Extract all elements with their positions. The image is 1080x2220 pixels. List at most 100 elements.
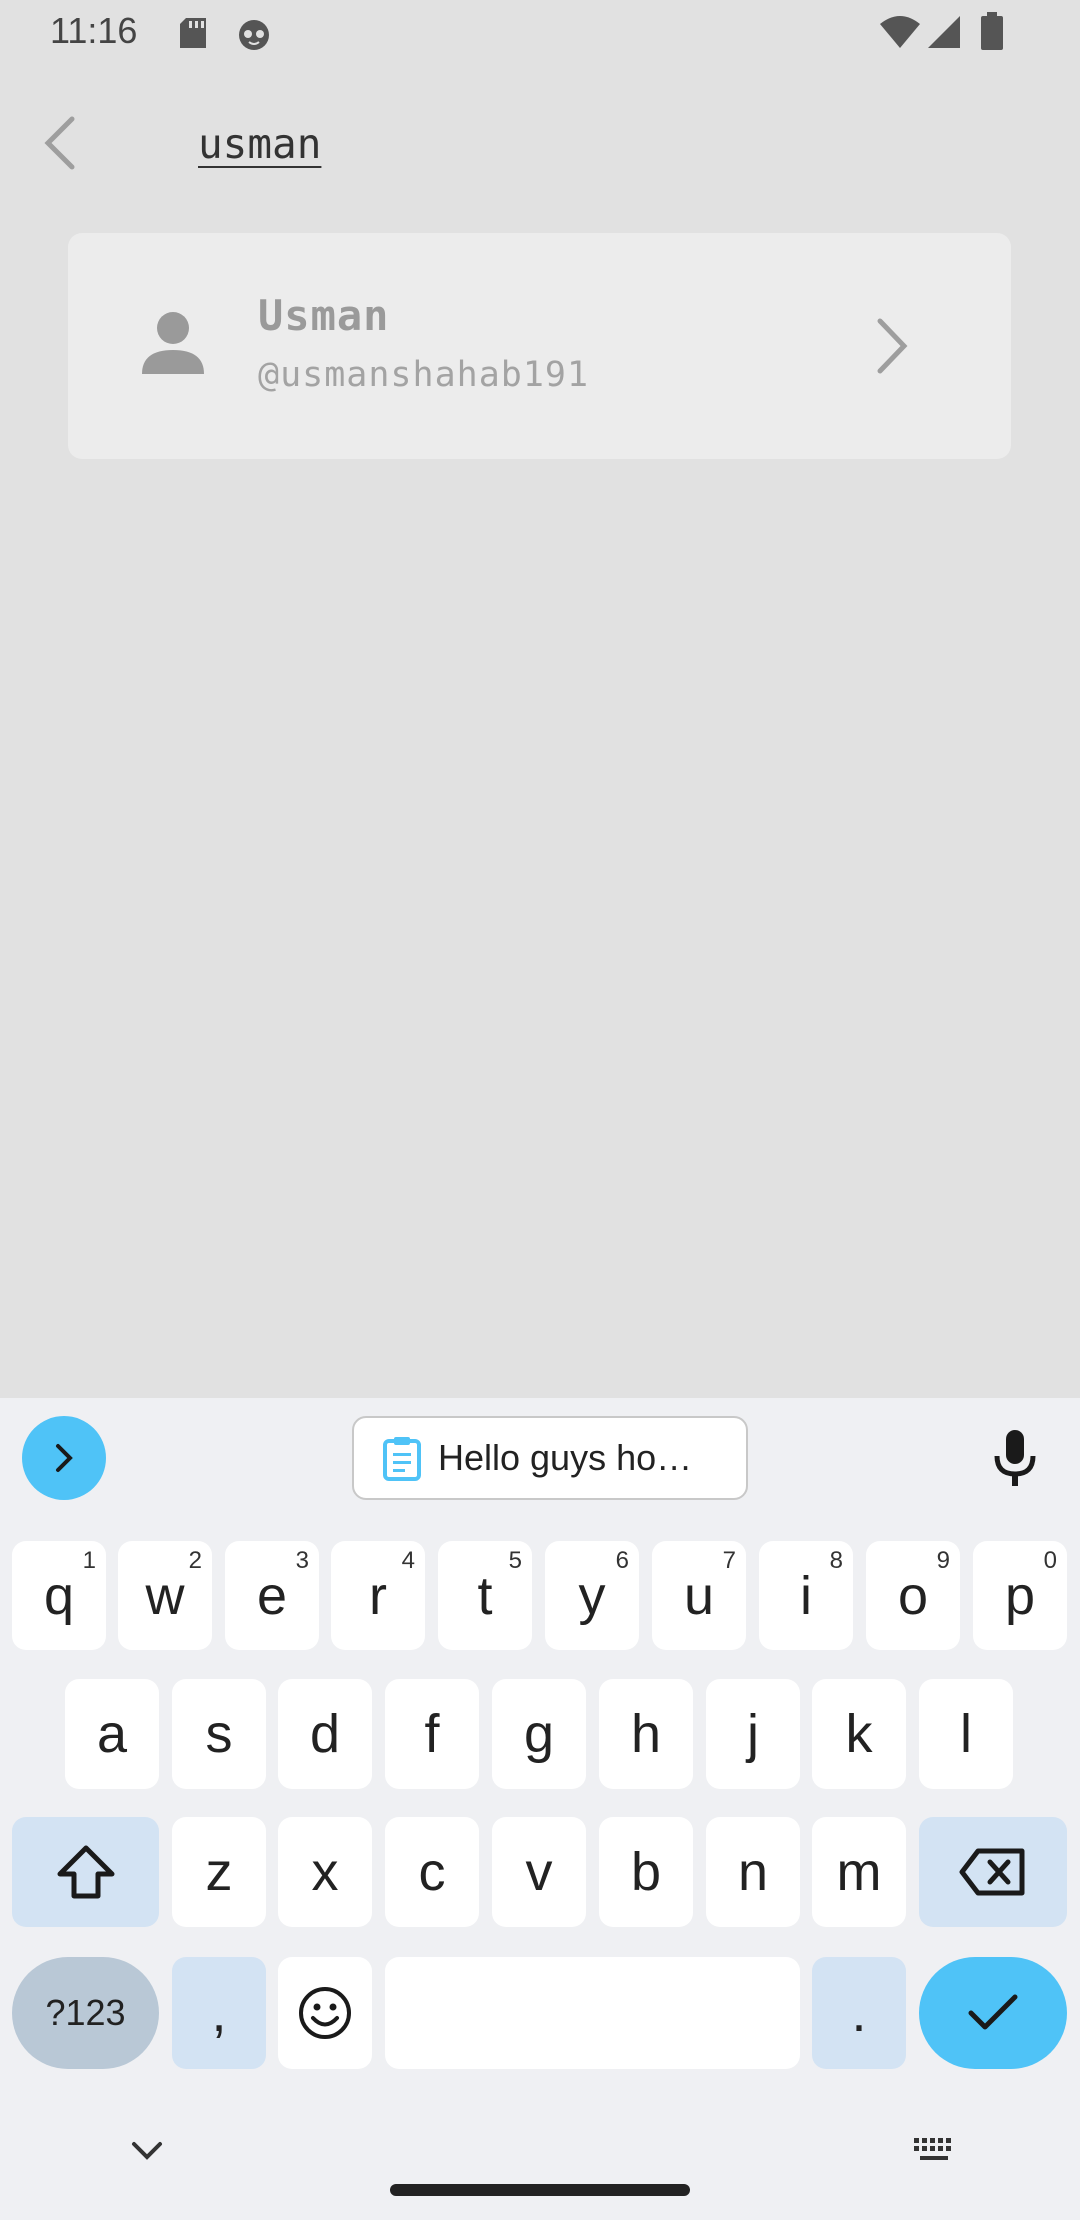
signal-icon xyxy=(926,14,962,55)
comma-key[interactable]: , xyxy=(172,1957,266,2069)
key-r[interactable]: r4 xyxy=(331,1541,425,1650)
key-c[interactable]: c xyxy=(385,1817,479,1927)
key-label: r xyxy=(369,1565,387,1626)
key-u[interactable]: u7 xyxy=(652,1541,746,1650)
result-name: Usman xyxy=(258,291,390,340)
key-label: v xyxy=(525,1842,553,1902)
clipboard-icon xyxy=(382,1435,422,1481)
key-hint: 5 xyxy=(508,1547,522,1574)
key-hint: 2 xyxy=(188,1547,202,1574)
key-hint: 1 xyxy=(82,1547,96,1574)
back-button[interactable] xyxy=(30,108,90,178)
clipboard-suggestion-chip[interactable]: Hello guys ho… xyxy=(352,1416,748,1500)
key-v[interactable]: v xyxy=(492,1817,586,1927)
toolbar-expand-button[interactable] xyxy=(22,1416,106,1500)
symbols-key[interactable]: ?123 xyxy=(12,1957,159,2069)
key-l[interactable]: l xyxy=(919,1679,1013,1789)
key-label: a xyxy=(96,1704,128,1764)
key-label: u xyxy=(683,1565,715,1626)
key-hint: 8 xyxy=(829,1547,843,1574)
key-s[interactable]: s xyxy=(172,1679,266,1789)
key-label: . xyxy=(851,1983,867,2043)
key-m[interactable]: m xyxy=(812,1817,906,1927)
key-hint: 9 xyxy=(936,1547,950,1574)
key-label: j xyxy=(747,1704,759,1764)
result-handle: @usmanshahab191 xyxy=(258,355,590,395)
key-f[interactable]: f xyxy=(385,1679,479,1789)
key-n[interactable]: n xyxy=(706,1817,800,1927)
key-j[interactable]: j xyxy=(706,1679,800,1789)
key-y[interactable]: y6 xyxy=(545,1541,639,1650)
key-label: k xyxy=(845,1704,873,1764)
cat-face-icon xyxy=(236,16,272,57)
emoji-icon xyxy=(299,1987,351,2039)
key-label: b xyxy=(630,1842,662,1902)
key-hint: 4 xyxy=(401,1547,415,1574)
key-label: l xyxy=(960,1704,972,1764)
key-k[interactable]: k xyxy=(812,1679,906,1789)
shift-key[interactable] xyxy=(12,1817,159,1927)
key-d[interactable]: d xyxy=(278,1679,372,1789)
key-label: i xyxy=(800,1565,812,1626)
hide-keyboard-icon[interactable] xyxy=(122,2132,172,2172)
enter-key[interactable] xyxy=(919,1957,1067,2069)
key-e[interactable]: e3 xyxy=(225,1541,319,1650)
shift-icon xyxy=(57,1845,114,1899)
key-label: g xyxy=(523,1704,555,1764)
key-label: d xyxy=(309,1704,341,1764)
key-hint: 6 xyxy=(615,1547,629,1574)
key-label: o xyxy=(897,1565,929,1626)
key-label: s xyxy=(205,1704,233,1764)
key-label: m xyxy=(836,1842,882,1902)
key-p[interactable]: p0 xyxy=(973,1541,1067,1650)
key-label: x xyxy=(311,1842,339,1902)
key-label: , xyxy=(211,1983,227,2043)
key-h[interactable]: h xyxy=(599,1679,693,1789)
key-label: c xyxy=(418,1842,446,1902)
key-hint: 3 xyxy=(295,1547,309,1574)
chevron-right-icon xyxy=(56,1444,73,1472)
key-label: ?123 xyxy=(45,1992,126,2033)
microphone-icon[interactable] xyxy=(990,1428,1040,1488)
key-label: t xyxy=(477,1565,493,1626)
status-bar: 11:16 xyxy=(0,0,1080,66)
key-x[interactable]: x xyxy=(278,1817,372,1927)
key-hint: 0 xyxy=(1043,1547,1057,1574)
key-w[interactable]: w2 xyxy=(118,1541,212,1650)
clipboard-suggestion-text: Hello guys ho… xyxy=(438,1437,693,1478)
status-time: 11:16 xyxy=(50,10,138,51)
battery-icon xyxy=(980,12,1004,55)
person-icon xyxy=(138,308,208,378)
keyboard-switch-icon[interactable] xyxy=(910,2132,960,2172)
key-z[interactable]: z xyxy=(172,1817,266,1927)
key-label: h xyxy=(630,1704,662,1764)
home-indicator[interactable] xyxy=(390,2184,690,2196)
backspace-icon xyxy=(959,1848,1025,1896)
key-label: p xyxy=(1004,1565,1036,1626)
key-label: y xyxy=(578,1565,606,1626)
backspace-key[interactable] xyxy=(919,1817,1067,1927)
key-a[interactable]: a xyxy=(65,1679,159,1789)
key-b[interactable]: b xyxy=(599,1817,693,1927)
period-key[interactable]: . xyxy=(812,1957,906,2069)
chevron-right-icon xyxy=(868,311,918,381)
key-t[interactable]: t5 xyxy=(438,1541,532,1650)
key-label: e xyxy=(256,1565,288,1626)
key-g[interactable]: g xyxy=(492,1679,586,1789)
key-o[interactable]: o9 xyxy=(866,1541,960,1650)
checkmark-icon xyxy=(968,1994,1018,2030)
key-label: z xyxy=(205,1842,233,1902)
chevron-left-icon xyxy=(44,116,75,170)
key-label: n xyxy=(737,1842,769,1902)
space-key[interactable] xyxy=(385,1957,800,2069)
keyboard: Hello guys ho… q1 w2 e3 r4 t5 y6 u7 i8 o… xyxy=(0,1398,1080,2220)
wifi-icon xyxy=(878,14,922,55)
search-input[interactable] xyxy=(198,112,898,176)
key-label: q xyxy=(43,1565,75,1626)
emoji-key[interactable] xyxy=(278,1957,372,2069)
key-i[interactable]: i8 xyxy=(759,1541,853,1650)
sd-card-icon xyxy=(178,16,208,55)
key-q[interactable]: q1 xyxy=(12,1541,106,1650)
key-hint: 7 xyxy=(722,1547,736,1574)
user-result-card[interactable]: Usman @usmanshahab191 xyxy=(68,233,1011,459)
